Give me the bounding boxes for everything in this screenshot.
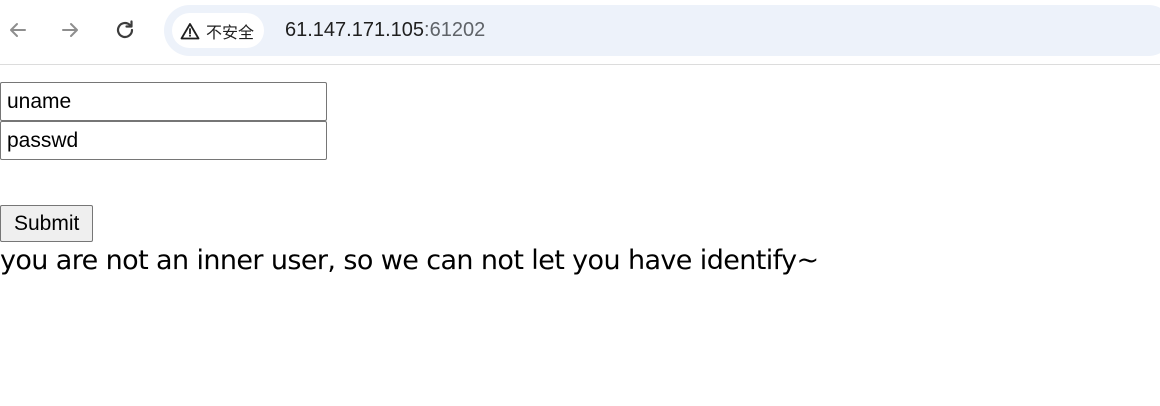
submit-button[interactable]: Submit [0,205,94,242]
reload-icon [116,20,134,39]
url-port: :61202 [424,19,486,41]
security-indicator[interactable]: 不安全 [172,13,265,48]
passwd-input[interactable] [0,121,327,160]
forward-arrow-icon [62,23,78,37]
uname-input[interactable] [0,82,327,121]
browser-toolbar: 不安全 61.147.171.105:61202 [0,0,1160,65]
security-label: 不安全 [206,22,255,42]
status-message: you are not an inner user, so we can not… [0,245,819,276]
address-bar[interactable]: 不安全 61.147.171.105:61202 [164,5,1160,56]
warning-triangle-icon [180,22,200,39]
back-arrow-icon [10,23,26,37]
back-button[interactable] [2,14,34,46]
page-content: Submit you are not an inner user, so we … [0,65,1160,406]
forward-button[interactable] [54,14,86,46]
reload-button[interactable] [109,14,141,46]
url-text[interactable]: 61.147.171.105:61202 [285,19,485,42]
url-host: 61.147.171.105 [285,19,425,41]
